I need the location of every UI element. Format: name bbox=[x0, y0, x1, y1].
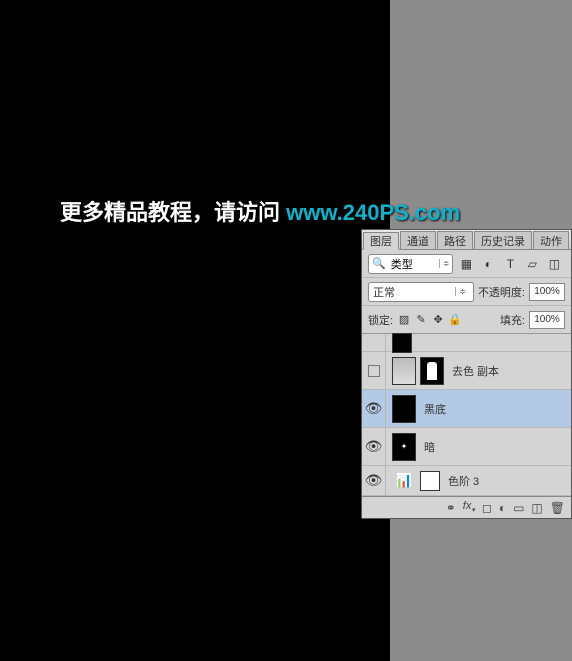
watermark: 更多精品教程，请访问 www.240PS.com bbox=[60, 195, 460, 227]
lock-icons: ▨ ✎ ✥ 🔒 bbox=[397, 313, 462, 327]
layer-thumbnail bbox=[392, 395, 416, 423]
new-group-icon[interactable]: ▭ bbox=[513, 501, 524, 515]
blend-mode-select[interactable]: 正常 ≑ bbox=[368, 282, 474, 302]
layer-row[interactable]: 👁 ✦ 暗 bbox=[362, 428, 571, 466]
visibility-toggle[interactable] bbox=[362, 334, 386, 351]
lock-transparency-icon[interactable]: ▨ bbox=[397, 313, 411, 327]
panel-tabs: 图层 通道 路径 历史记录 动作 bbox=[362, 230, 571, 250]
lock-all-icon[interactable]: 🔒 bbox=[448, 313, 462, 327]
layer-row[interactable]: 去色 副本 bbox=[362, 352, 571, 390]
layer-thumbnail: ✦ bbox=[392, 433, 416, 461]
layer-name[interactable]: 色阶 3 bbox=[440, 473, 479, 489]
lock-pixels-icon[interactable]: ✎ bbox=[414, 313, 428, 327]
lock-row: 锁定: ▨ ✎ ✥ 🔒 填充: 100% bbox=[362, 306, 571, 334]
layer-thumbnail bbox=[392, 357, 416, 385]
tab-channels[interactable]: 通道 bbox=[400, 231, 436, 249]
tab-paths[interactable]: 路径 bbox=[437, 231, 473, 249]
lock-position-icon[interactable]: ✥ bbox=[431, 313, 445, 327]
blend-mode-value: 正常 bbox=[373, 284, 395, 300]
filter-adjustment-icon[interactable]: ◐ bbox=[479, 255, 497, 273]
canvas-area bbox=[0, 0, 390, 661]
delete-layer-icon[interactable]: 🗑 bbox=[550, 501, 565, 515]
link-layers-icon[interactable]: ⚭ bbox=[446, 501, 456, 515]
fill-label: 填充: bbox=[500, 312, 525, 328]
tab-layers[interactable]: 图层 bbox=[363, 232, 399, 250]
tab-history[interactable]: 历史记录 bbox=[474, 231, 532, 249]
layer-row-partial[interactable] bbox=[362, 334, 571, 352]
blend-row: 正常 ≑ 不透明度: 100% bbox=[362, 278, 571, 306]
filter-smart-icon[interactable]: ◫ bbox=[545, 255, 563, 273]
mask-thumbnail bbox=[420, 357, 444, 385]
lock-label: 锁定: bbox=[368, 312, 393, 328]
mask-thumbnail bbox=[420, 471, 440, 491]
fx-icon[interactable]: fx▾ bbox=[463, 500, 475, 514]
eye-icon: 👁 bbox=[365, 438, 383, 455]
eye-icon: 👁 bbox=[365, 472, 383, 489]
filter-type-icon[interactable]: T bbox=[501, 255, 519, 273]
filter-row: 🔍 ≑ ▦ ◐ T ▱ ◫ bbox=[362, 250, 571, 278]
layers-panel: 图层 通道 路径 历史记录 动作 🔍 ≑ ▦ ◐ T ▱ ◫ 正常 ≑ 不透明度… bbox=[361, 229, 572, 519]
filter-input[interactable] bbox=[389, 258, 439, 270]
opacity-label: 不透明度: bbox=[478, 284, 525, 300]
eye-icon: 👁 bbox=[365, 400, 383, 417]
filter-pixel-icon[interactable]: ▦ bbox=[457, 255, 475, 273]
visibility-toggle[interactable] bbox=[362, 352, 386, 389]
layers-bottom-bar: ⚭ fx▾ ◻ ◐ ▭ ◫ 🗑 bbox=[362, 496, 571, 518]
watermark-link: www.240PS.com bbox=[286, 200, 460, 225]
empty-checkbox-icon bbox=[368, 365, 380, 377]
layer-name[interactable]: 黑底 bbox=[416, 401, 446, 417]
tab-actions[interactable]: 动作 bbox=[533, 231, 569, 249]
add-mask-icon[interactable]: ◻ bbox=[482, 501, 492, 515]
search-icon: 🔍 bbox=[369, 257, 389, 270]
opacity-input[interactable]: 100% bbox=[529, 283, 565, 301]
fill-input[interactable]: 100% bbox=[529, 311, 565, 329]
layer-thumbnail bbox=[392, 333, 412, 353]
filter-type-select[interactable]: 🔍 ≑ bbox=[368, 254, 453, 274]
filter-shape-icon[interactable]: ▱ bbox=[523, 255, 541, 273]
visibility-toggle[interactable]: 👁 bbox=[362, 428, 386, 465]
visibility-toggle[interactable]: 👁 bbox=[362, 390, 386, 427]
chevron-down-icon: ≑ bbox=[439, 259, 453, 268]
chevron-down-icon: ≑ bbox=[455, 287, 469, 296]
layer-name[interactable]: 去色 副本 bbox=[444, 363, 499, 379]
visibility-toggle[interactable]: 👁 bbox=[362, 466, 386, 495]
layer-row[interactable]: 👁 📊 色阶 3 bbox=[362, 466, 571, 496]
new-layer-icon[interactable]: ◫ bbox=[531, 501, 542, 515]
layer-list: 去色 副本 👁 黑底 👁 ✦ 暗 👁 📊 色阶 3 bbox=[362, 334, 571, 496]
layer-name[interactable]: 暗 bbox=[416, 439, 435, 455]
watermark-text: 更多精品教程，请访问 bbox=[60, 200, 286, 225]
add-adjustment-icon[interactable]: ◐ bbox=[499, 501, 506, 515]
layer-row[interactable]: 👁 黑底 bbox=[362, 390, 571, 428]
levels-icon: 📊 bbox=[392, 469, 416, 493]
